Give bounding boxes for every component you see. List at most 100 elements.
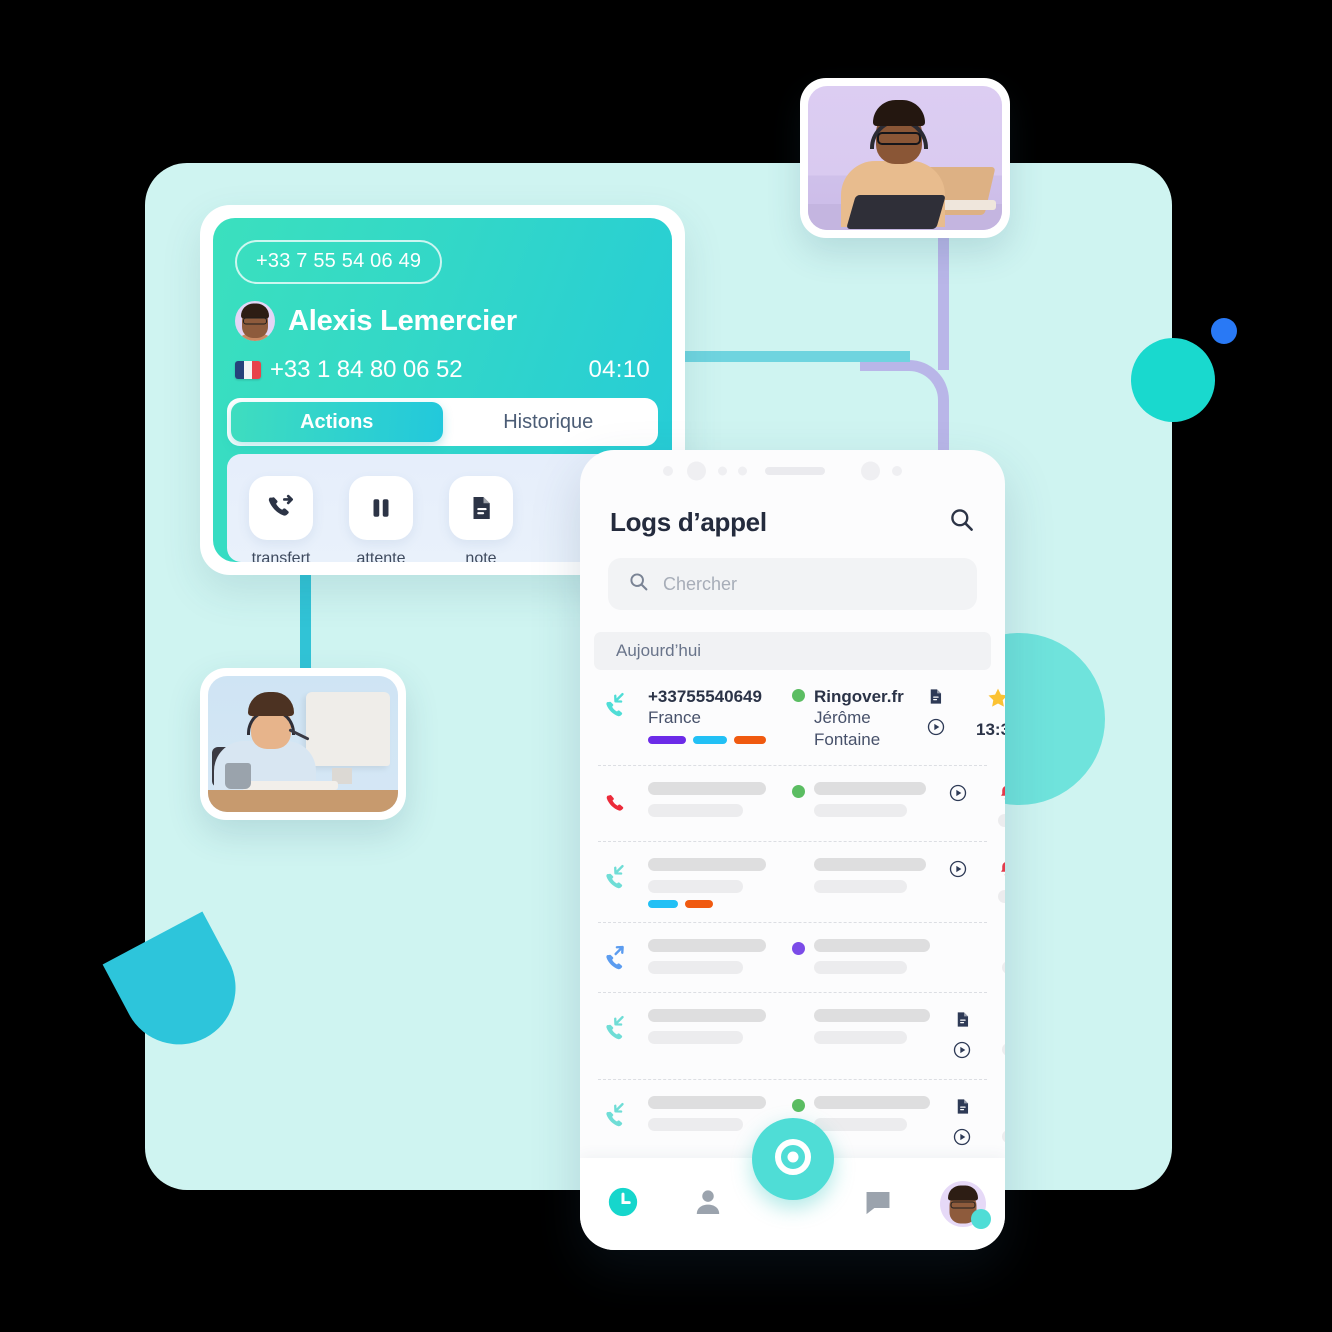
table-row[interactable]: +33755540649 France Ringover.fr Jérôme F…	[598, 670, 1005, 767]
presence-dot	[792, 942, 805, 956]
row-number-block	[648, 782, 776, 818]
decor-circle-teal	[1131, 338, 1215, 422]
row-number-block	[648, 1009, 776, 1045]
action-transfert[interactable]: transfert	[249, 476, 313, 562]
avatar	[939, 1181, 991, 1229]
tab-dialer-fab[interactable]	[751, 1118, 834, 1200]
row-account-block	[788, 782, 926, 818]
page-title: Logs d’appel	[610, 506, 767, 537]
call-card-tabs: Actions Historique	[227, 398, 658, 446]
call-number: +33755540649	[648, 687, 762, 706]
row-number-block	[648, 1096, 776, 1132]
bell-icon[interactable]	[997, 860, 1005, 884]
table-row[interactable]	[598, 993, 1005, 1081]
tab-historique[interactable]: Historique	[443, 402, 655, 442]
action-label: note	[465, 550, 497, 562]
call-timer: 04:10	[588, 356, 650, 383]
illustration-stage: +33 7 55 54 06 49 Alexis Lemercier +33 1…	[0, 0, 1332, 1332]
action-note[interactable]: note	[449, 476, 513, 562]
row-media-block	[942, 1096, 982, 1152]
call-incoming-icon	[602, 1009, 636, 1048]
phone-speaker	[765, 467, 825, 475]
star-icon[interactable]	[986, 686, 1005, 715]
connector-line-purple-corner	[860, 360, 949, 450]
decor-dot-blue	[1211, 318, 1237, 344]
row-meta-block	[990, 858, 1005, 904]
tab-messages[interactable]	[851, 1177, 905, 1231]
search-field[interactable]: Chercher	[608, 558, 977, 610]
row-media-block	[942, 1009, 982, 1065]
row-media-block	[916, 686, 956, 742]
search-icon[interactable]	[948, 506, 975, 538]
row-media-block	[938, 858, 978, 884]
phone-panel: Logs d’appel Chercher Aujourd’hui +33755…	[580, 450, 1005, 1250]
play-recording-icon[interactable]	[952, 1040, 972, 1065]
call-incoming-icon	[602, 686, 636, 725]
connector-line-teal-horizontal	[660, 351, 910, 362]
search-icon	[628, 571, 649, 597]
row-meta-block	[994, 1096, 1005, 1144]
tab-contacts[interactable]	[681, 1177, 735, 1231]
table-row[interactable]	[598, 923, 1005, 994]
action-attente[interactable]: attente	[349, 476, 413, 562]
pause-icon	[349, 476, 413, 540]
row-media-block	[942, 939, 982, 940]
table-row[interactable]	[598, 766, 1005, 843]
call-tags	[648, 736, 776, 745]
play-recording-icon[interactable]	[948, 783, 968, 808]
note-document-icon	[449, 476, 513, 540]
connector-line-teal-vertical	[300, 562, 311, 682]
play-recording-icon[interactable]	[952, 1127, 972, 1152]
section-header-today: Aujourd’hui	[594, 632, 991, 670]
connector-line-purple-vertical	[938, 222, 949, 370]
search-input-placeholder: Chercher	[663, 573, 738, 594]
note-icon[interactable]	[953, 1010, 972, 1034]
caller-name: Alexis Lemercier	[288, 304, 517, 337]
phone-header: Logs d’appel	[580, 492, 1005, 538]
call-incoming-icon	[602, 1096, 636, 1135]
presence-dot	[792, 689, 805, 702]
row-number-block	[648, 858, 776, 909]
fr-flag-icon	[235, 361, 261, 379]
row-meta-block	[994, 1009, 1005, 1057]
row-meta-block: 13:32	[968, 686, 1005, 740]
row-number-block: +33755540649 France	[648, 686, 776, 745]
line-info: +33 1 84 80 06 52 04:10	[235, 356, 650, 384]
agent-photo-bottom-left-image	[208, 676, 398, 812]
caller-identity: Alexis Lemercier	[235, 301, 517, 341]
avatar	[235, 301, 275, 341]
play-recording-icon[interactable]	[926, 717, 946, 742]
note-icon[interactable]	[953, 1097, 972, 1121]
call-country: France	[648, 708, 701, 728]
call-time: 13:32	[976, 720, 1005, 739]
presence-dot	[792, 1099, 805, 1113]
row-media-block	[938, 782, 978, 808]
row-account-block	[788, 858, 926, 894]
call-missed-icon	[602, 782, 636, 821]
row-meta-block	[990, 782, 1005, 828]
agent-photo-bottom-left	[200, 668, 406, 820]
note-icon[interactable]	[926, 687, 945, 711]
action-label: attente	[356, 550, 406, 562]
status-badge	[970, 1209, 991, 1229]
call-tags	[648, 900, 776, 909]
call-outgoing-icon	[602, 939, 636, 978]
call-log-list: +33755540649 France Ringover.fr Jérôme F…	[580, 670, 1005, 1168]
bell-icon[interactable]	[997, 784, 1005, 808]
row-meta-block	[994, 939, 1005, 975]
tab-logs[interactable]	[596, 1177, 650, 1231]
call-incoming-icon	[602, 858, 636, 897]
line-number: +33 1 84 80 06 52	[270, 356, 463, 383]
row-account-block: Ringover.fr Jérôme Fontaine	[788, 686, 904, 751]
call-transfer-icon	[249, 476, 313, 540]
clock-icon	[606, 1185, 640, 1224]
play-recording-icon[interactable]	[948, 859, 968, 884]
table-row[interactable]	[598, 842, 1005, 924]
caller-id-pill: +33 7 55 54 06 49	[235, 240, 443, 284]
tab-actions[interactable]: Actions	[231, 402, 443, 442]
person-icon	[692, 1186, 724, 1223]
tab-profile[interactable]	[936, 1177, 991, 1231]
ringover-logo-icon	[769, 1133, 817, 1186]
phone-notch	[580, 450, 1005, 492]
call-agent: Jérôme Fontaine	[814, 708, 881, 750]
